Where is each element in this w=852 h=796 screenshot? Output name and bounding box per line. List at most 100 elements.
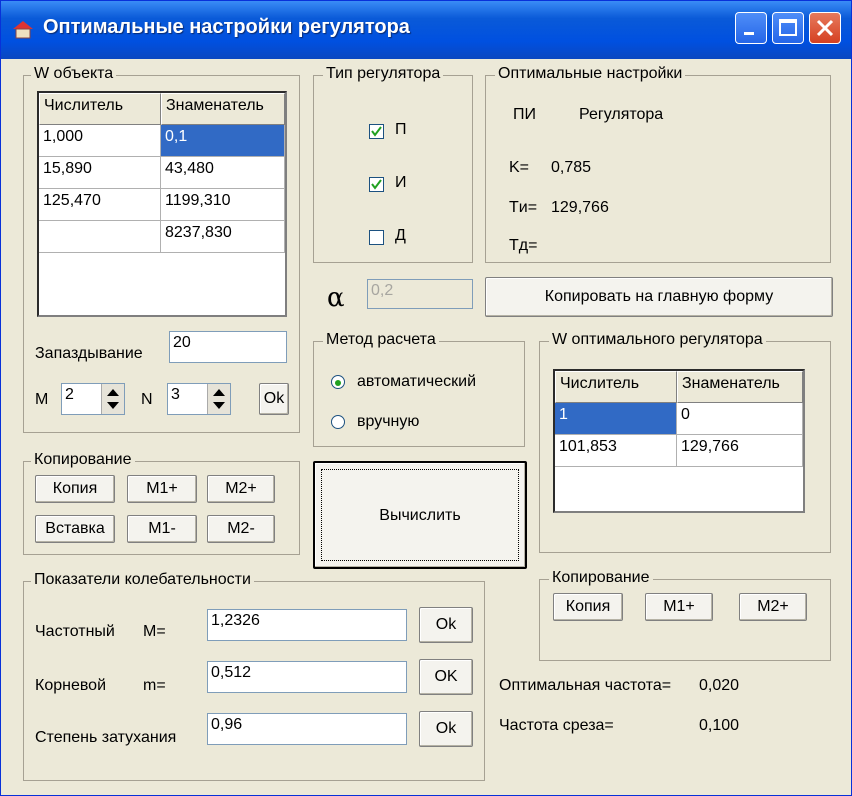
reg-m2-plus-button[interactable]: M2+ <box>739 593 807 621</box>
maximize-button[interactable] <box>772 12 804 44</box>
alpha-input[interactable]: 0,2 <box>367 279 473 309</box>
table-cell[interactable]: 1,000 <box>39 125 161 157</box>
table-cell[interactable]: 15,890 <box>39 157 161 189</box>
m-value: 2 <box>65 386 74 403</box>
manual-label: вручную <box>357 413 420 430</box>
object-group-legend: W объекта <box>31 65 117 83</box>
root-input[interactable]: 0,512 <box>207 661 407 693</box>
i-checkbox[interactable] <box>369 177 384 192</box>
table-cell[interactable]: 0 <box>677 403 803 435</box>
table-cell[interactable]: 1 <box>555 403 677 435</box>
spin-arrows-icon <box>107 389 119 409</box>
k-label: K= <box>509 159 530 176</box>
k-value: 0,785 <box>551 159 592 176</box>
spin-arrows-icon <box>213 389 225 409</box>
p-label: П <box>395 121 407 138</box>
root-label: Корневой <box>35 677 107 694</box>
optimal-frequency-label: Оптимальная частота= <box>499 677 672 694</box>
regulator-header-numerator[interactable]: Числитель <box>555 371 677 403</box>
table-cell[interactable]: 0,1 <box>161 125 285 157</box>
damping-ok-button[interactable]: Ok <box>419 711 473 747</box>
oscillation-legend: Показатели колебательности <box>31 571 254 589</box>
settings-window: Оптимальные настройки регулятора W объек… <box>0 0 852 796</box>
d-label: Д <box>395 227 406 244</box>
close-icon <box>816 19 834 37</box>
frequency-label: Частотный <box>35 623 115 640</box>
cutoff-frequency-label: Частота среза= <box>499 717 614 734</box>
copy-regulator-button[interactable]: Копия <box>553 593 623 621</box>
method-legend: Метод расчета <box>323 331 439 349</box>
radio-dot-icon <box>335 380 341 386</box>
table-cell[interactable]: 1199,310 <box>161 189 285 221</box>
reg-type-legend: Тип регулятора <box>323 65 444 83</box>
compute-button[interactable]: Вычислить <box>313 461 527 569</box>
root-sym: m= <box>143 677 166 694</box>
optimal-settings-legend: Оптимальные настройки <box>495 65 686 83</box>
i-label: И <box>395 174 407 191</box>
check-icon <box>371 126 382 137</box>
regulator-table[interactable]: Числитель Знаменатель 1 0 101,853 129,76… <box>553 369 805 513</box>
table-cell[interactable]: 101,853 <box>555 435 677 467</box>
manual-radio[interactable] <box>331 415 345 429</box>
n-spinner[interactable]: 3 <box>167 383 231 415</box>
cutoff-frequency-value: 0,100 <box>699 717 740 734</box>
regulator-header-denominator[interactable]: Знаменатель <box>677 371 803 403</box>
damping-label: Степень затухания <box>35 729 177 746</box>
object-header-denominator[interactable]: Знаменатель <box>161 93 285 125</box>
frequency-input[interactable]: 1,2326 <box>207 609 407 641</box>
n-value: 3 <box>171 386 180 403</box>
minimize-icon <box>744 32 754 35</box>
damping-input[interactable]: 0,96 <box>207 713 407 745</box>
auto-label: автоматический <box>357 373 477 390</box>
window-title: Оптимальные настройки регулятора <box>43 16 410 38</box>
title-bar[interactable]: Оптимальные настройки регулятора <box>1 1 851 59</box>
close-button[interactable] <box>809 12 841 44</box>
regulator-legend: W оптимального регулятора <box>549 331 766 349</box>
copy-main-form-button[interactable]: Копировать на главную форму <box>485 277 833 317</box>
object-ok-button[interactable]: Ok <box>259 383 289 415</box>
ti-value: 129,766 <box>551 199 609 216</box>
auto-radio[interactable] <box>331 375 345 389</box>
alpha-symbol: α <box>327 283 345 313</box>
table-cell[interactable]: 129,766 <box>677 435 803 467</box>
d-checkbox[interactable] <box>369 230 384 245</box>
m-label: M <box>35 391 49 408</box>
m2-minus-button[interactable]: M2- <box>207 515 275 543</box>
minimize-button[interactable] <box>735 12 767 44</box>
frequency-ok-button[interactable]: Ok <box>419 607 473 643</box>
m-spinner[interactable]: 2 <box>61 383 125 415</box>
maximize-icon <box>779 19 797 36</box>
table-cell[interactable] <box>39 221 161 253</box>
optimal-frequency-value: 0,020 <box>699 677 740 694</box>
delay-label: Запаздывание <box>35 345 143 362</box>
copy-right-legend: Копирование <box>549 569 653 587</box>
m-spin-buttons[interactable] <box>101 384 124 414</box>
table-cell[interactable]: 43,480 <box>161 157 285 189</box>
td-label: Tд= <box>509 237 538 254</box>
m2-plus-button[interactable]: M2+ <box>207 475 275 503</box>
copy-left-legend: Копирование <box>31 451 135 469</box>
object-table[interactable]: Числитель Знаменатель 1,000 0,1 15,890 4… <box>37 91 287 317</box>
n-spin-buttons[interactable] <box>207 384 230 414</box>
delay-input[interactable]: 20 <box>169 331 287 363</box>
check-icon <box>371 179 382 190</box>
optimal-settings-group <box>485 75 831 263</box>
copy-button[interactable]: Копия <box>35 475 115 503</box>
reg-type-word: Регулятора <box>579 106 664 123</box>
reg-m1-plus-button[interactable]: M1+ <box>645 593 713 621</box>
app-icon <box>13 21 33 39</box>
m1-minus-button[interactable]: M1- <box>127 515 197 543</box>
p-checkbox[interactable] <box>369 124 384 139</box>
m1-plus-button[interactable]: M1+ <box>127 475 197 503</box>
reg-type-short: ПИ <box>513 106 536 123</box>
table-cell[interactable]: 8237,830 <box>161 221 285 253</box>
reg-type-group <box>313 75 473 263</box>
frequency-sym: M= <box>143 623 166 640</box>
table-cell[interactable]: 125,470 <box>39 189 161 221</box>
method-group <box>313 341 525 447</box>
paste-button[interactable]: Вставка <box>35 515 115 543</box>
ti-label: Tи= <box>509 199 538 216</box>
n-label: N <box>141 391 153 408</box>
object-header-numerator[interactable]: Числитель <box>39 93 161 125</box>
root-ok-button[interactable]: OK <box>419 659 473 695</box>
